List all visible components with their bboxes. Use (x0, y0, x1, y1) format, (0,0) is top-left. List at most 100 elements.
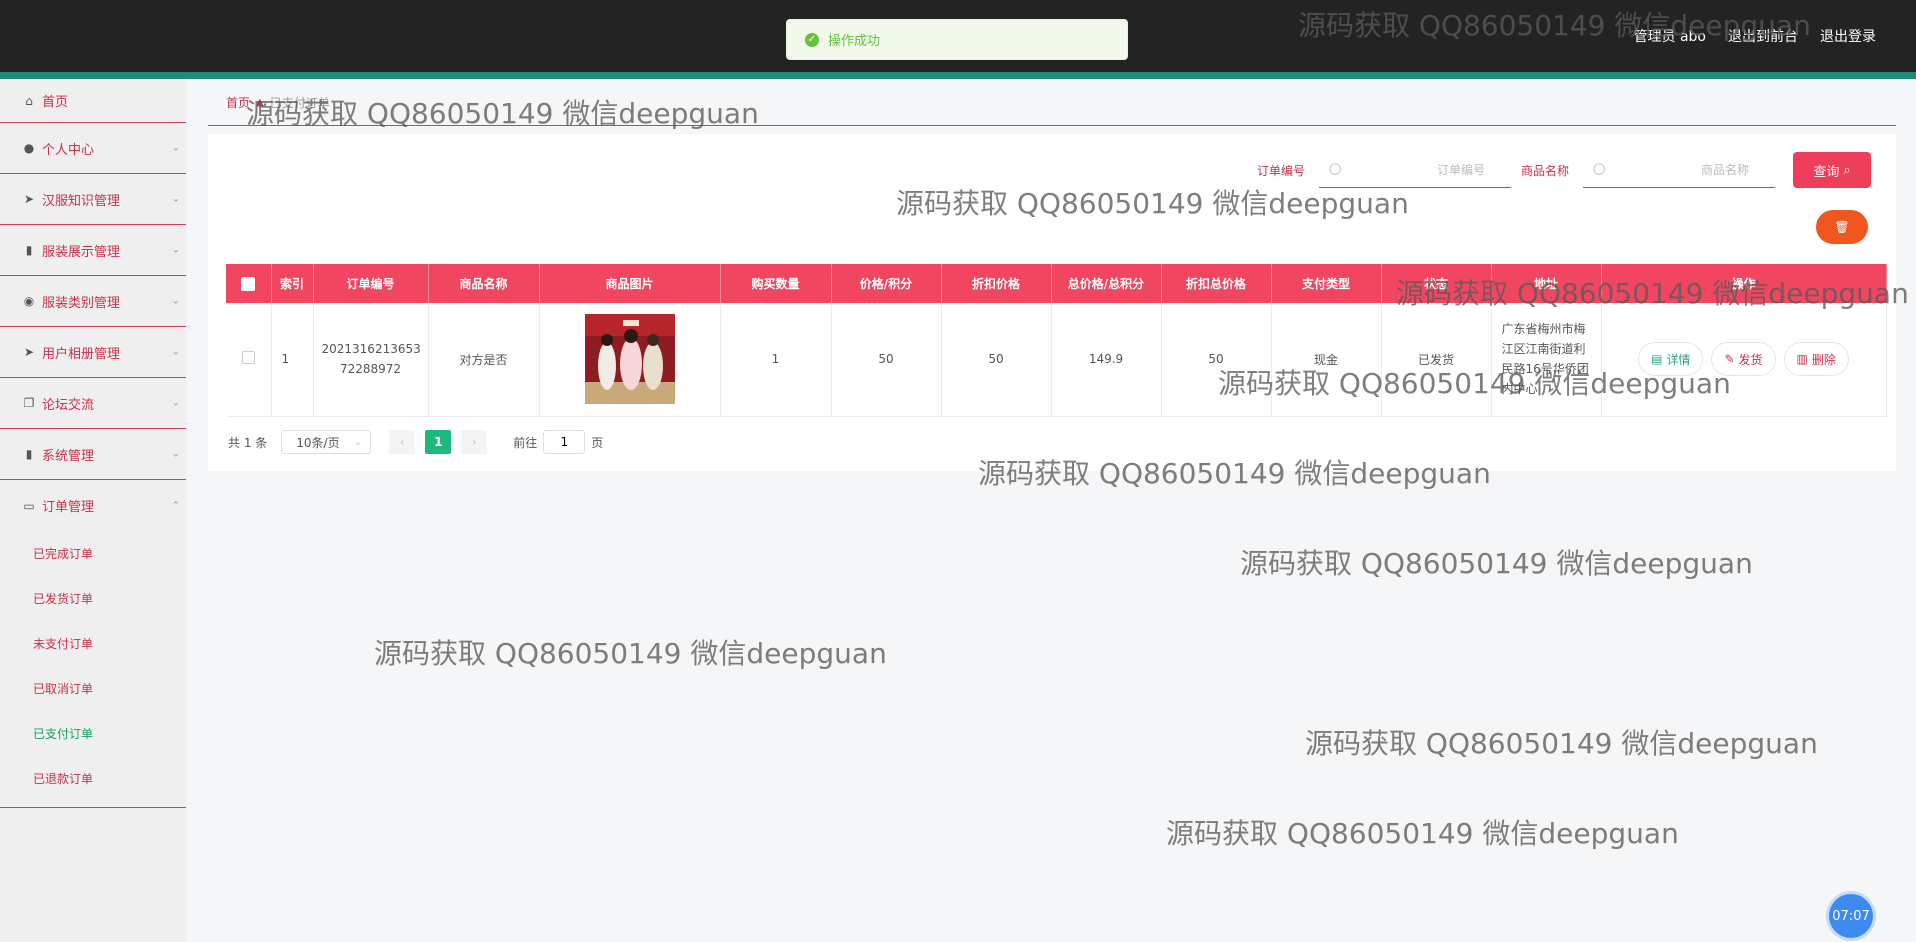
breadcrumb-separator-icon: ▲ (256, 97, 264, 108)
clock-bubble[interactable]: 07:07 (1829, 894, 1873, 938)
column-header: 价格/积分 (831, 264, 942, 303)
sidebar-item-label: 订单管理 (42, 500, 95, 515)
page-size-select[interactable]: 10条/页 ⌄ (281, 430, 372, 454)
select-all-cell (226, 264, 272, 303)
chevron-down-icon: ⌄ (171, 193, 180, 205)
edit-icon: ✎ (1724, 352, 1735, 367)
order-no-label: 订单编号 (1256, 163, 1305, 178)
batch-delete-button[interactable]: 🗑 (1816, 210, 1868, 244)
chart-icon: ▮ (25, 447, 33, 461)
row-select-cell (226, 303, 272, 417)
breadcrumb-current: 已支付订单 (269, 96, 330, 110)
row-checkbox[interactable] (241, 351, 255, 365)
chevron-up-icon: ⌃ (171, 500, 180, 511)
sidebar-item-clothing-display[interactable]: ▮ 服装展示管理 ⌄ (0, 225, 186, 276)
product-name-input[interactable] (1583, 152, 1775, 187)
orders-table: 索引 订单编号 商品名称 商品图片 购买数量 价格/积分 折扣价格 总价格/总积… (226, 264, 1887, 417)
topbar-nav: 管理员 abo 退出到前台 退出登录 (1634, 26, 1876, 46)
sidebar-item-paid-orders[interactable]: 已支付订单 (0, 711, 186, 756)
sidebar-item-refunded-orders[interactable]: 已退款订单 (0, 756, 186, 801)
order-no-input[interactable] (1318, 152, 1511, 187)
sidebar-item-home[interactable]: ⌂ 首页 (0, 79, 186, 123)
cell-total-price: 149.9 (1051, 303, 1162, 417)
sidebar-item-system[interactable]: ▮ 系统管理 ⌄ (0, 429, 186, 480)
exit-to-frontend-link[interactable]: 退出到前台 (1728, 26, 1798, 46)
cell-address: 广东省梅州市梅江区江南街道利民路16号华侨团内中心 (1491, 303, 1602, 417)
sidebar-item-hanfu-knowledge[interactable]: ➤ 汉服知识管理 ⌄ (0, 174, 186, 225)
topbar-accent-strip (0, 72, 1916, 79)
sidebar-item-cancelled-orders[interactable]: 已取消订单 (0, 666, 186, 711)
sidebar-item-clothing-category[interactable]: ◉ 服装类别管理 ⌄ (0, 276, 186, 327)
cell-index: 1 (271, 303, 314, 417)
sidebar-item-shipped-orders[interactable]: 已发货订单 (0, 576, 186, 621)
goto-suffix: 页 (591, 435, 604, 450)
sidebar-item-unpaid-orders[interactable]: 未支付订单 (0, 621, 186, 666)
orders-submenu: 已完成订单 已发货订单 未支付订单 已取消订单 已支付订单 已退款订单 (0, 531, 186, 808)
copy-icon: ❐ (23, 396, 35, 410)
watermark: 源码获取 QQ86050149 微信deepguan (1240, 547, 1753, 580)
table-header-row: 索引 订单编号 商品名称 商品图片 购买数量 价格/积分 折扣价格 总价格/总积… (226, 264, 1887, 303)
row-actions: ▤ 详情 ✎ 发货 ▥ 删除 (1602, 342, 1886, 377)
query-button-label: 查询 (1813, 163, 1840, 179)
watermark: 源码获取 QQ86050149 微信deepguan (374, 637, 887, 670)
column-header: 折扣总价格 (1161, 264, 1272, 303)
cell-product-image (539, 303, 721, 417)
sidebar-item-label: 个人中心 (42, 142, 95, 158)
main-panel: 订单编号 ◯ 商品名称 ◯ 查询 ⌕ 🗑 索引 订单编号 商品名称 商品图片 (208, 134, 1896, 471)
order-icon: ▭ (23, 498, 35, 513)
sidebar-item-user-album[interactable]: ➤ 用户相册管理 ⌄ (0, 327, 186, 378)
column-header: 操作 (1601, 264, 1887, 303)
cell-quantity: 1 (720, 303, 832, 417)
sidebar-item-personal-center[interactable]: ● 个人中心 ⌄ (0, 123, 186, 174)
goto-label: 前往 (513, 435, 538, 450)
detail-button[interactable]: ▤ 详情 (1638, 342, 1704, 377)
chevron-down-icon: ⌄ (171, 244, 180, 256)
breadcrumb-home[interactable]: 首页 (226, 94, 250, 111)
prev-page-button[interactable]: ‹ (389, 430, 416, 454)
sidebar-item-label: 论坛交流 (42, 397, 95, 413)
watermark: 源码获取 QQ86050149 微信deepguan (1305, 727, 1818, 760)
watermark: 源码获取 QQ86050149 微信deepguan (1166, 817, 1679, 850)
column-header: 商品名称 (428, 264, 540, 303)
order-no-field: ◯ (1318, 152, 1511, 188)
sidebar: ⌂ 首页 ● 个人中心 ⌄ ➤ 汉服知识管理 ⌄ ▮ 服装展示管理 ⌄ ◉ 服装… (0, 79, 186, 942)
product-name-field: ◯ (1583, 152, 1775, 188)
chevron-down-icon: ⌄ (171, 448, 180, 460)
sidebar-item-label: 服装类别管理 (42, 295, 121, 311)
cell-discount-price: 50 (941, 303, 1052, 417)
column-header: 地址 (1491, 264, 1602, 303)
sidebar-item-completed-orders[interactable]: 已完成订单 (0, 531, 186, 576)
check-circle-icon: ✓ (805, 32, 819, 47)
toast-message: 操作成功 (828, 34, 881, 49)
query-button[interactable]: 查询 ⌕ (1793, 152, 1871, 188)
user-icon: ● (23, 141, 35, 155)
column-header: 购买数量 (720, 264, 832, 303)
cell-order-no: 2021316213653 72288972 (313, 303, 429, 417)
send-icon: ➤ (23, 192, 35, 206)
trash-icon: ▥ (1796, 352, 1808, 367)
logout-link[interactable]: 退出登录 (1820, 26, 1876, 46)
admin-label: 管理员 abo (1633, 29, 1706, 45)
ship-button[interactable]: ✎ 发货 (1711, 342, 1776, 377)
page-number-button[interactable]: 1 (425, 430, 452, 454)
cell-actions: ▤ 详情 ✎ 发货 ▥ 删除 (1601, 303, 1887, 417)
trash-icon: 🗑 (1834, 220, 1850, 234)
search-icon: ⌕ (1843, 162, 1851, 177)
select-all-checkbox[interactable] (241, 276, 256, 291)
sidebar-item-forum[interactable]: ❐ 论坛交流 ⌄ (0, 378, 186, 429)
chevron-down-icon: ⌄ (171, 397, 180, 409)
sidebar-item-label: 用户相册管理 (42, 346, 121, 362)
search-bar: 订单编号 ◯ 商品名称 ◯ 查询 ⌕ (1257, 152, 1871, 188)
next-page-button[interactable]: › (461, 430, 488, 454)
pagination: 共 1 条 10条/页 ⌄ ‹ 1 › 前往 页 (228, 430, 603, 454)
delete-button[interactable]: ▥ 删除 (1783, 342, 1849, 377)
sidebar-item-label: 汉服知识管理 (42, 193, 121, 209)
chevron-down-icon: ⌄ (171, 295, 180, 307)
goto-page-input[interactable] (543, 430, 586, 454)
column-header: 状态 (1381, 264, 1492, 303)
sidebar-item-orders[interactable]: ▭ 订单管理 ⌃ (0, 480, 186, 531)
cell-price: 50 (831, 303, 942, 417)
column-header: 索引 (271, 264, 314, 303)
search-icon: ◯ (1328, 162, 1342, 175)
page-size-value: 10条/页 (296, 435, 340, 450)
